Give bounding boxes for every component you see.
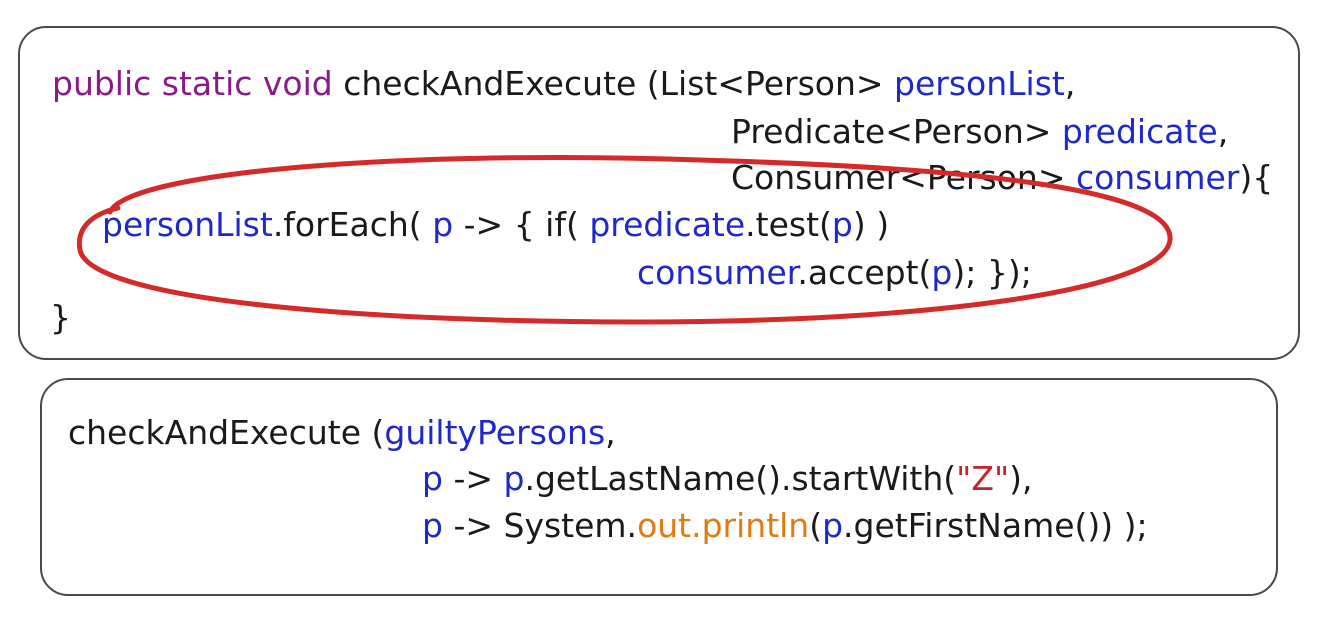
test-arg-p: p (831, 205, 853, 244)
method-name: checkAndExecute (343, 64, 637, 103)
call-line-2: p -> p.getLastName().startWith("Z"), (422, 459, 1033, 499)
consumer-type: Consumer<Person> (731, 158, 1066, 197)
accept-arg-p: p (931, 253, 953, 292)
lambda-param-p: p (432, 205, 454, 244)
consumer-ref: consumer (637, 253, 798, 292)
foreach-call: .forEach( (272, 205, 422, 244)
last-name-call: .getLastName().startWith( (524, 459, 957, 498)
open-paren: ( (809, 506, 823, 545)
param-consumer: consumer (1075, 158, 1240, 197)
arrow-system: -> System. (453, 506, 638, 545)
comma: , (1064, 64, 1076, 103)
keyword-void: void (262, 64, 333, 103)
definition-line-5: consumer.accept(p); }); (637, 253, 1032, 293)
comma: , (605, 413, 616, 452)
predicate-type: Predicate<Person> (731, 112, 1052, 151)
arrow: -> (453, 459, 494, 498)
keyword-public: public (52, 64, 152, 103)
list-type: (List<Person> (646, 64, 884, 103)
predicate-ref: predicate (589, 205, 746, 244)
arrow-if: -> { if( (463, 205, 579, 244)
comma: , (1217, 112, 1229, 151)
call-close: ), (1009, 459, 1033, 498)
test-close: ) ) (852, 205, 890, 244)
string-literal-z: "Z" (956, 459, 1010, 498)
call-line-3: p -> System.out.println(p.getFirstName()… (422, 506, 1148, 546)
definition-line-3: Consumer<Person> consumer){ (731, 158, 1273, 198)
out-println: out.println (637, 506, 810, 545)
lambda-param-p: p (422, 459, 443, 498)
call-method-name: checkAndExecute ( (68, 413, 385, 452)
definition-line-1: public static void checkAndExecute (List… (52, 64, 1075, 104)
open-brace: ){ (1239, 158, 1274, 197)
person-list-ref: personList (102, 205, 273, 244)
test-call: .test( (745, 205, 832, 244)
call-line-1: checkAndExecute (guiltyPersons, (68, 413, 616, 453)
receiver-p: p (822, 506, 844, 545)
accept-close: ); }); (952, 253, 1032, 292)
keyword-static: static (161, 64, 253, 103)
accept-call: .accept( (797, 253, 932, 292)
definition-line-2: Predicate<Person> predicate, (731, 112, 1228, 152)
definition-line-6: } (50, 298, 71, 338)
param-person-list: personList (894, 64, 1065, 103)
lambda-param-p: p (422, 506, 443, 545)
closing-brace: } (50, 298, 71, 337)
definition-line-4: personList.forEach( p -> { if( predicate… (102, 205, 889, 245)
param-predicate: predicate (1061, 112, 1218, 151)
guilty-persons-arg: guiltyPersons (384, 413, 606, 452)
first-name-call: .getFirstName()) ); (843, 506, 1148, 545)
receiver-p: p (503, 459, 525, 498)
